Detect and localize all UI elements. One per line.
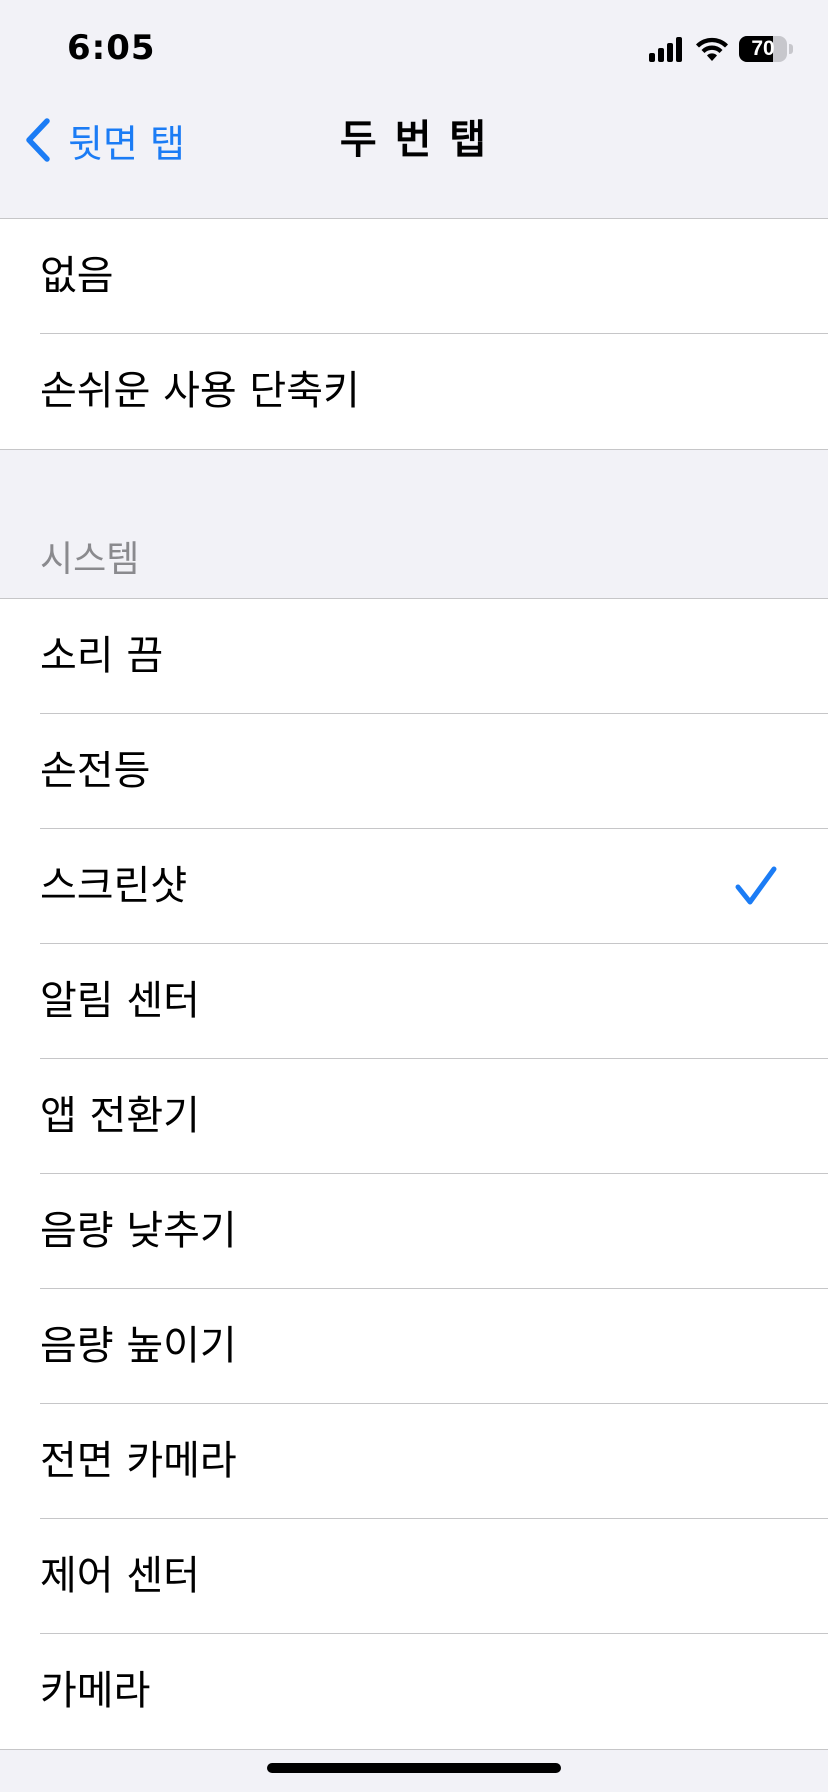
wifi-icon bbox=[696, 37, 728, 61]
list-item-label: 카메라 bbox=[40, 1668, 151, 1714]
list-item-mute[interactable]: 소리 끔 bbox=[0, 599, 828, 714]
list-item-label: 음량 높이기 bbox=[40, 1323, 237, 1369]
cellular-signal-icon bbox=[649, 36, 685, 62]
page-title: 두 번 탭 bbox=[339, 117, 489, 163]
list-item-label: 손쉬운 사용 단축키 bbox=[40, 368, 360, 414]
battery-icon: 70 bbox=[739, 36, 787, 62]
section-header-system: 시스템 bbox=[40, 539, 140, 580]
navigation-bar: 뒷면 탭 두 번 탭 bbox=[0, 100, 828, 218]
list-item-volume-down[interactable]: 음량 낮추기 bbox=[0, 1174, 828, 1289]
list-item-label: 전면 카메라 bbox=[40, 1438, 237, 1484]
list-item-none[interactable]: 없음 bbox=[0, 219, 828, 334]
list-item-flashlight[interactable]: 손전등 bbox=[0, 714, 828, 829]
list-item-label: 제어 센터 bbox=[40, 1553, 200, 1599]
list-item-control-center[interactable]: 제어 센터 bbox=[0, 1519, 828, 1634]
list-item-volume-up[interactable]: 음량 높이기 bbox=[0, 1289, 828, 1404]
list-item-label: 없음 bbox=[40, 253, 114, 299]
list-item-label: 스크린샷 bbox=[40, 863, 188, 909]
list-item-screenshot[interactable]: 스크린샷 bbox=[0, 829, 828, 944]
options-group: 없음 손쉬운 사용 단축키 bbox=[0, 218, 828, 450]
list-item-label: 손전등 bbox=[40, 748, 151, 794]
status-time: 6:05 bbox=[67, 28, 156, 68]
list-item-label: 소리 끔 bbox=[40, 633, 164, 679]
checkmark-icon bbox=[735, 866, 777, 905]
list-item-accessibility-shortcut[interactable]: 손쉬운 사용 단축키 bbox=[0, 334, 828, 449]
status-bar: 6:05 70 bbox=[0, 0, 828, 100]
list-item-app-switcher[interactable]: 앱 전환기 bbox=[0, 1059, 828, 1174]
list-item-label: 음량 낮추기 bbox=[40, 1208, 237, 1254]
system-group: 소리 끔 손전등 스크린샷 알림 센터 앱 전환기 음량 낮추기 음량 높이기 … bbox=[0, 598, 828, 1750]
list-item-front-camera[interactable]: 전면 카메라 bbox=[0, 1404, 828, 1519]
list-item-label: 앱 전환기 bbox=[40, 1093, 200, 1139]
status-icons: 70 bbox=[649, 33, 793, 65]
home-indicator[interactable] bbox=[267, 1763, 561, 1773]
battery-nub bbox=[789, 44, 793, 54]
list-item-label: 알림 센터 bbox=[40, 978, 200, 1024]
battery-level: 70 bbox=[751, 37, 775, 60]
list-item-camera[interactable]: 카메라 bbox=[0, 1634, 828, 1749]
list-item-notification-center[interactable]: 알림 센터 bbox=[0, 944, 828, 1059]
